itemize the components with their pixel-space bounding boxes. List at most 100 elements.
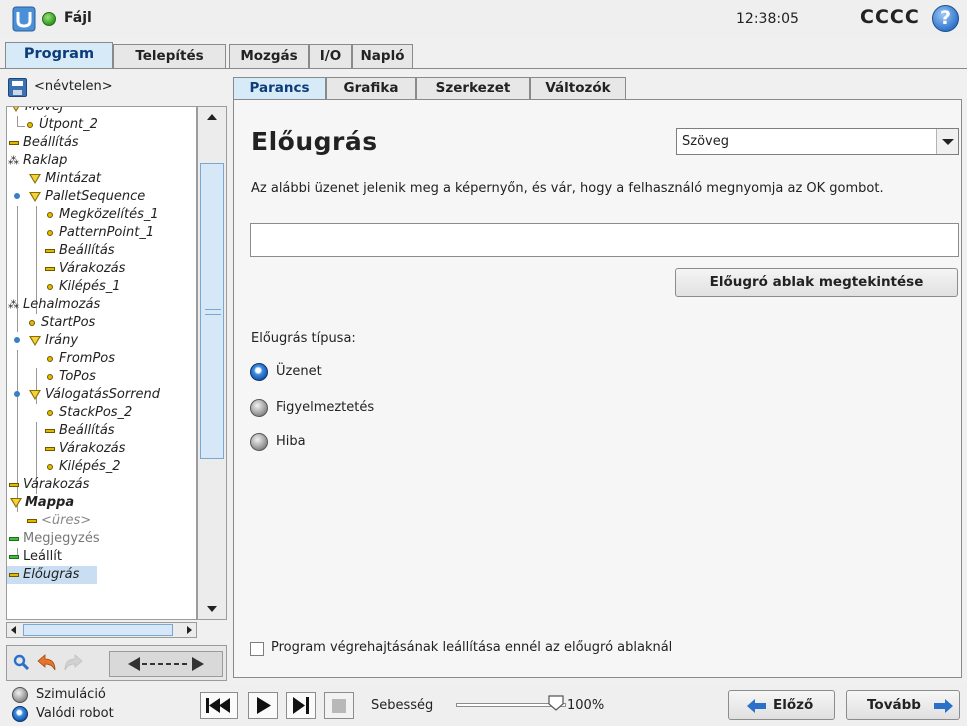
tab-io[interactable]: I/O bbox=[309, 44, 352, 69]
command-icon bbox=[45, 267, 55, 271]
waypoint-icon bbox=[47, 356, 53, 362]
tab-program[interactable]: Program bbox=[5, 42, 113, 69]
mode-real-robot[interactable]: Valódi robot bbox=[12, 706, 162, 724]
tree-node-selected[interactable]: Előugrás bbox=[7, 566, 97, 584]
tree-node[interactable]: VálogatásSorrend bbox=[7, 386, 196, 404]
tree-node[interactable]: Leállít bbox=[7, 548, 196, 566]
halt-icon bbox=[9, 555, 19, 559]
command-icon bbox=[9, 141, 19, 145]
step-button[interactable] bbox=[286, 692, 316, 719]
tree-node[interactable]: Útpont_2 bbox=[7, 116, 196, 134]
tree-node[interactable]: PalletSequence bbox=[7, 188, 196, 206]
scroll-right-icon[interactable] bbox=[187, 626, 192, 634]
waypoint-icon bbox=[47, 374, 53, 380]
tree-node[interactable]: MoveJ bbox=[7, 107, 196, 116]
radio-selected-icon[interactable] bbox=[250, 363, 268, 381]
radio-icon[interactable] bbox=[12, 687, 28, 703]
stop-program-checkbox[interactable] bbox=[250, 642, 264, 656]
tab-installation[interactable]: Telepítés bbox=[113, 44, 226, 69]
popup-content-type-select[interactable]: Szöveg bbox=[676, 128, 959, 155]
tree-horizontal-scrollbar[interactable] bbox=[6, 622, 197, 638]
tree-node[interactable]: Megközelítés_1 bbox=[7, 206, 196, 224]
tree-node[interactable]: Várakozás bbox=[7, 476, 196, 494]
radio-icon[interactable] bbox=[250, 399, 268, 417]
tab-command[interactable]: Parancs bbox=[233, 77, 326, 100]
radio-error[interactable]: Hiba bbox=[250, 433, 470, 453]
scrollbar-thumb[interactable] bbox=[200, 163, 224, 459]
mode-simulation[interactable]: Szimuláció bbox=[12, 687, 162, 705]
tree-node[interactable]: Kilépés_1 bbox=[7, 278, 196, 296]
radio-selected-icon[interactable] bbox=[12, 706, 28, 722]
chevron-down-icon[interactable] bbox=[936, 129, 958, 154]
move-icon bbox=[10, 107, 22, 112]
tree-node[interactable]: Beállítás bbox=[7, 422, 196, 440]
previous-button[interactable]: Előző bbox=[728, 690, 835, 720]
radio-message[interactable]: Üzenet bbox=[250, 363, 470, 383]
command-icon bbox=[45, 429, 55, 433]
next-button[interactable]: Tovább bbox=[846, 690, 960, 720]
tree-node[interactable]: Várakozás bbox=[7, 440, 196, 458]
pallet-icon: ⁂ bbox=[8, 154, 19, 167]
connector-icon bbox=[14, 337, 20, 343]
radio-warning[interactable]: Figyelmeztetés bbox=[250, 399, 470, 419]
file-menu[interactable]: Fájl bbox=[64, 10, 92, 26]
command-icon bbox=[9, 483, 19, 487]
play-icon bbox=[257, 697, 271, 714]
waypoint-icon bbox=[27, 122, 33, 128]
clock: 12:38:05 bbox=[736, 11, 799, 27]
tree-node[interactable]: StackPos_2 bbox=[7, 404, 196, 422]
scroll-down-icon[interactable] bbox=[207, 606, 217, 612]
speed-slider-handle[interactable] bbox=[547, 694, 565, 712]
preview-popup-button[interactable]: Előugró ablak megtekintése bbox=[675, 268, 958, 297]
tree-node-folder[interactable]: Mappa bbox=[7, 494, 196, 512]
tab-move[interactable]: Mozgás bbox=[229, 44, 309, 69]
scrollbar-thumb[interactable] bbox=[23, 624, 173, 636]
tab-log[interactable]: Napló bbox=[352, 44, 413, 69]
waypoint-icon bbox=[47, 410, 53, 416]
connector-icon bbox=[14, 193, 20, 199]
tree-node[interactable]: Irány bbox=[7, 332, 196, 350]
scroll-left-icon[interactable] bbox=[11, 626, 16, 634]
waypoint-icon bbox=[47, 464, 53, 470]
program-tree[interactable]: MoveJ Útpont_2 Beállítás ⁂ Raklap Mintáz… bbox=[6, 106, 197, 620]
tree-node[interactable]: PatternPoint_1 bbox=[7, 224, 196, 242]
tree-node[interactable]: Várakozás bbox=[7, 260, 196, 278]
tab-graphics[interactable]: Grafika bbox=[326, 77, 416, 100]
waypoint-icon bbox=[29, 320, 35, 326]
tree-node[interactable]: Mintázat bbox=[7, 170, 196, 188]
stop-program-option[interactable]: Program végrehajtásának leállítása ennél… bbox=[250, 640, 850, 658]
move-icon bbox=[29, 174, 41, 184]
skip-to-start-button[interactable] bbox=[200, 692, 238, 719]
tree-node[interactable]: ⁂ Raklap bbox=[7, 152, 196, 170]
speed-value: 100% bbox=[567, 698, 605, 713]
radio-icon[interactable] bbox=[250, 433, 268, 451]
speed-label: Sebesség bbox=[371, 698, 434, 713]
tree-node[interactable]: Kilépés_2 bbox=[7, 458, 196, 476]
tree-node[interactable]: FromPos bbox=[7, 350, 196, 368]
tab-structure[interactable]: Szerkezet bbox=[416, 77, 530, 100]
tree-vertical-scrollbar[interactable] bbox=[197, 106, 227, 620]
move-node-button[interactable] bbox=[109, 651, 223, 677]
undo-icon[interactable] bbox=[37, 654, 57, 672]
popup-type-label: Előugrás típusa: bbox=[251, 331, 356, 346]
command-icon bbox=[45, 249, 55, 253]
tree-node-empty[interactable]: <üres> bbox=[7, 512, 196, 530]
popup-message-input[interactable] bbox=[250, 223, 959, 257]
tree-node[interactable]: StartPos bbox=[7, 314, 196, 332]
command-icon bbox=[27, 519, 37, 523]
tab-variables[interactable]: Változók bbox=[530, 77, 626, 100]
redo-icon[interactable] bbox=[63, 654, 83, 672]
save-icon[interactable] bbox=[8, 78, 27, 97]
search-icon[interactable] bbox=[13, 654, 29, 670]
tree-node[interactable]: Beállítás bbox=[7, 134, 196, 152]
stop-button[interactable] bbox=[324, 692, 354, 719]
scroll-up-icon[interactable] bbox=[207, 114, 217, 120]
tree-node[interactable]: Megjegyzés bbox=[7, 530, 196, 548]
tree-node[interactable]: ⁂ Lehalmozás bbox=[7, 296, 196, 314]
tree-node[interactable]: ToPos bbox=[7, 368, 196, 386]
pallet-icon: ⁂ bbox=[8, 298, 19, 311]
help-icon[interactable]: ? bbox=[932, 5, 959, 32]
play-button[interactable] bbox=[248, 692, 278, 719]
tree-node[interactable]: Beállítás bbox=[7, 242, 196, 260]
waypoint-icon bbox=[47, 230, 53, 236]
